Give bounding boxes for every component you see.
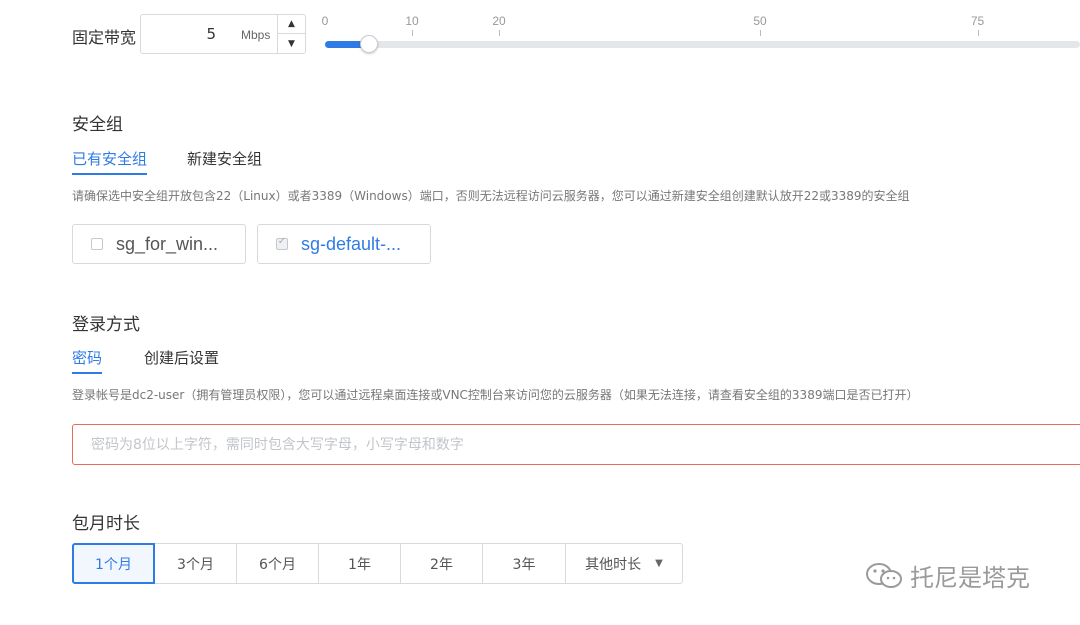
duration-selector: 1个月 3个月 6个月 1年 2年 3年 其他时长 ▼	[72, 543, 683, 584]
stepper-down-icon[interactable]: ▼	[278, 34, 305, 53]
caret-down-icon: ▼	[655, 558, 663, 569]
slider-tick-mark	[977, 30, 979, 36]
slider-tick-label: 10	[405, 14, 419, 28]
tab-active-indicator	[72, 372, 102, 374]
duration-other-label: 其他时长	[585, 556, 642, 573]
duration-option-3-months[interactable]: 3个月	[154, 543, 237, 584]
duration-option-1-year[interactable]: 1年	[318, 543, 401, 584]
duration-option-1-month[interactable]: 1个月	[72, 543, 155, 584]
bandwidth-unit: Mbps	[241, 28, 271, 42]
duration-option-2-years[interactable]: 2年	[400, 543, 483, 584]
duration-other-dropdown[interactable]: 其他时长 ▼	[565, 543, 683, 584]
login-method-title: 登录方式	[72, 315, 140, 335]
security-group-option[interactable]: sg_for_win...	[72, 224, 246, 264]
checkbox[interactable]	[91, 238, 103, 250]
tab-active-indicator	[72, 173, 147, 175]
bandwidth-value[interactable]: 5	[141, 15, 216, 53]
security-group-option-selected[interactable]: sg-default-...	[257, 224, 431, 264]
slider-tick-mark	[412, 30, 413, 36]
password-input[interactable]	[72, 424, 1080, 465]
slider-tick-label: 75	[970, 14, 985, 28]
slider-tick-label: 0	[321, 14, 329, 28]
checkbox-checked-icon[interactable]	[276, 236, 288, 250]
security-group-name: sg-default-...	[301, 234, 402, 254]
duration-title: 包月时长	[72, 514, 140, 534]
slider-tick-mark	[499, 30, 500, 36]
security-group-hint: 请确保选中安全组开放包含22（Linux）或者3389（Windows）端口，否…	[72, 189, 910, 203]
security-group-title: 安全组	[72, 115, 123, 135]
login-hint: 登录帐号是dc2-user（拥有管理员权限），您可以通过远程桌面连接或VNC控制…	[72, 388, 919, 402]
wechat-icon	[866, 562, 902, 588]
slider-tick-label: 50	[753, 14, 767, 28]
tab-existing-security-group[interactable]: 已有安全组	[72, 148, 147, 169]
bandwidth-label: 固定带宽	[72, 28, 137, 47]
slider-tick-label: 20	[492, 14, 506, 28]
tab-set-after-create[interactable]: 创建后设置	[144, 347, 219, 368]
security-group-name: sg_for_win...	[116, 234, 219, 254]
tab-password[interactable]: 密码	[72, 347, 102, 368]
slider-tick-mark	[760, 30, 761, 36]
bandwidth-stepper[interactable]: ▲ ▼	[277, 15, 305, 53]
duration-option-6-months[interactable]: 6个月	[236, 543, 319, 584]
watermark: 托尼是塔克	[864, 558, 1030, 593]
bandwidth-slider-handle[interactable]	[359, 35, 378, 53]
duration-option-3-years[interactable]: 3年	[482, 543, 566, 584]
tab-new-security-group[interactable]: 新建安全组	[187, 148, 262, 169]
watermark-text: 托尼是塔克	[910, 564, 1030, 592]
stepper-up-icon[interactable]: ▲	[278, 15, 305, 34]
bandwidth-slider-track[interactable]	[325, 41, 1080, 48]
bandwidth-input[interactable]: 5 Mbps ▲ ▼	[140, 14, 306, 54]
